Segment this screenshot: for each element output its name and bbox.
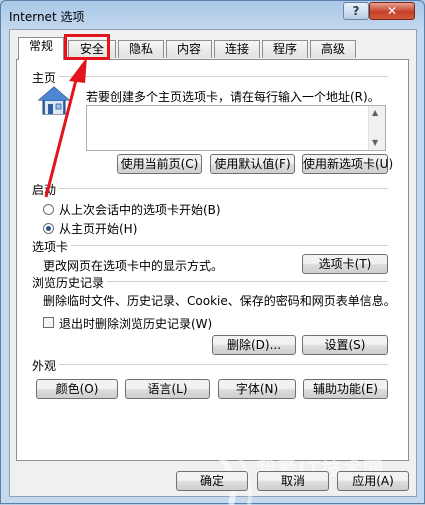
annotation-arrow — [44, 57, 87, 198]
dialog-window: Internet 选项 ? ✕ 常规 安全 隐私 内容 连接 程序 高级 主页 … — [0, 0, 425, 505]
